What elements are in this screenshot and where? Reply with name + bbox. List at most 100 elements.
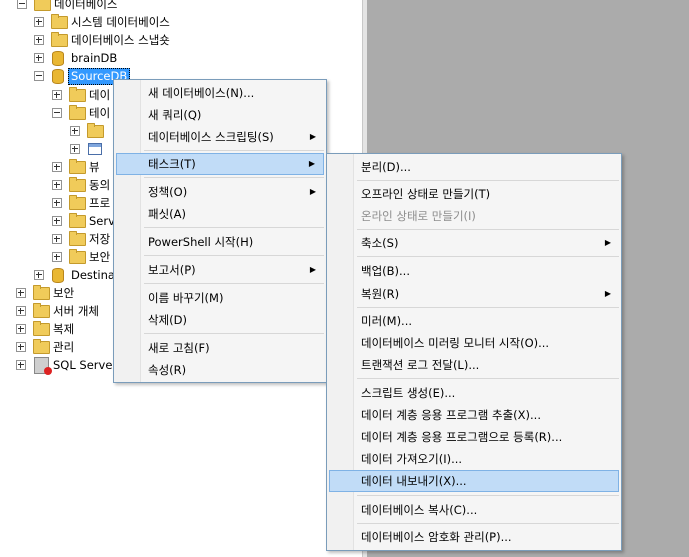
menu-separator	[144, 150, 324, 151]
tree-node-label: 프로	[89, 196, 111, 210]
tree-node-databases[interactable]: 데이터베이스	[16, 0, 216, 13]
menu-item-script-database[interactable]: 데이터베이스 스크립팅(S) ▶	[116, 126, 324, 148]
collapse-icon[interactable]	[34, 71, 44, 81]
tree-node-label: 서버 개체	[53, 304, 99, 318]
menu-separator	[357, 495, 619, 496]
menu-item-mirror[interactable]: 미러(M)...	[329, 310, 619, 332]
menu-item-start-powershell[interactable]: PowerShell 시작(H)	[116, 231, 324, 253]
menu-item-facets[interactable]: 패싯(A)	[116, 203, 324, 225]
menu-item-tasks[interactable]: 태스크(T) ▶	[116, 153, 324, 175]
menu-item-detach[interactable]: 분리(D)...	[329, 156, 619, 178]
database-icon	[52, 69, 64, 84]
menu-item-label: 이름 바꾸기(M)	[148, 291, 224, 305]
expand-icon[interactable]	[52, 234, 62, 244]
menu-item-export-data[interactable]: 데이터 내보내기(X)...	[329, 470, 619, 492]
tree-node-sql-server-agent[interactable]: SQL Server	[16, 356, 117, 375]
collapse-icon[interactable]	[52, 108, 62, 118]
menu-item-rename[interactable]: 이름 바꾸기(M)	[116, 287, 324, 309]
expand-icon[interactable]	[52, 162, 62, 172]
menu-item-new-database[interactable]: 새 데이터베이스(N)...	[116, 82, 324, 104]
tree-node-system-databases[interactable]: 시스템 데이터베이스	[34, 13, 234, 31]
expand-icon[interactable]	[34, 270, 44, 280]
expand-icon[interactable]	[70, 126, 80, 136]
expand-icon[interactable]	[34, 35, 44, 45]
folder-icon	[69, 213, 86, 228]
tree-node-label: 데이터베이스 스냅숏	[71, 33, 170, 47]
submenu-arrow-icon: ▶	[309, 187, 316, 196]
tree-node-label: 시스템 데이터베이스	[71, 15, 170, 29]
menu-item-extract-data-tier-app[interactable]: 데이터 계층 응용 프로그램 추출(X)...	[329, 404, 619, 426]
menu-item-reports[interactable]: 보고서(P) ▶	[116, 259, 324, 281]
folder-icon	[33, 303, 50, 318]
folder-icon	[51, 14, 68, 29]
menu-item-policies[interactable]: 정책(O) ▶	[116, 181, 324, 203]
menu-separator	[144, 227, 324, 228]
folder-icon	[87, 123, 104, 138]
tree-node-label: 동의	[89, 178, 111, 192]
tree-node-label: 뷰	[89, 160, 100, 174]
tree-node-management[interactable]: 관리	[16, 338, 116, 356]
folder-icon	[33, 285, 50, 300]
menu-item-import-data[interactable]: 데이터 가져오기(I)...	[329, 448, 619, 470]
expand-icon[interactable]	[52, 180, 62, 190]
expand-icon[interactable]	[52, 216, 62, 226]
expand-icon[interactable]	[34, 17, 44, 27]
menu-item-copy-database[interactable]: 데이터베이스 복사(C)...	[329, 499, 619, 521]
menu-item-label: 데이터 계층 응용 프로그램으로 등록(R)...	[361, 430, 563, 444]
menu-separator	[144, 255, 324, 256]
folder-icon	[69, 231, 86, 246]
menu-item-register-data-tier-app[interactable]: 데이터 계층 응용 프로그램으로 등록(R)...	[329, 426, 619, 448]
menu-item-delete[interactable]: 삭제(D)	[116, 309, 324, 331]
menu-item-manage-database-encryption[interactable]: 데이터베이스 암호화 관리(P)...	[329, 526, 619, 548]
menu-item-label: 새 쿼리(Q)	[148, 108, 202, 122]
expand-icon[interactable]	[16, 288, 26, 298]
menu-item-label: 백업(B)...	[361, 264, 410, 278]
folder-icon	[69, 177, 86, 192]
menu-item-shrink[interactable]: 축소(S) ▶	[329, 232, 619, 254]
folder-icon	[69, 87, 86, 102]
context-menu: 새 데이터베이스(N)... 새 쿼리(Q) 데이터베이스 스크립팅(S) ▶ 태…	[113, 79, 327, 383]
tree-node-server-objects[interactable]: 서버 개체	[16, 302, 116, 320]
folder-icon	[69, 159, 86, 174]
tree-node-destination[interactable]: Destinat	[34, 266, 124, 284]
tree-node-replication[interactable]: 복제	[16, 320, 116, 338]
expand-icon[interactable]	[52, 252, 62, 262]
tree-node-database-snapshots[interactable]: 데이터베이스 스냅숏	[34, 31, 234, 49]
menu-item-label: 정책(O)	[148, 185, 188, 199]
menu-separator	[144, 283, 324, 284]
tree-node-label: brainDB	[71, 51, 118, 65]
expand-icon[interactable]	[34, 53, 44, 63]
expand-icon[interactable]	[16, 306, 26, 316]
expand-icon[interactable]	[16, 360, 26, 370]
menu-separator	[357, 307, 619, 308]
tree-node-label: 테이	[89, 106, 111, 120]
menu-item-label: 스크립트 생성(E)...	[361, 386, 456, 400]
menu-item-properties[interactable]: 속성(R)	[116, 359, 324, 381]
sql-agent-icon	[34, 357, 52, 375]
menu-separator	[357, 256, 619, 257]
expand-icon[interactable]	[16, 324, 26, 334]
tree-node-braindb[interactable]: brainDB	[34, 49, 234, 67]
menu-item-label: 복원(R)	[361, 287, 400, 301]
collapse-icon[interactable]	[17, 0, 27, 9]
menu-item-refresh[interactable]: 새로 고침(F)	[116, 337, 324, 359]
tree-node-label: 보안	[53, 286, 75, 300]
expand-icon[interactable]	[52, 90, 62, 100]
menu-item-launch-mirroring-monitor[interactable]: 데이터베이스 미러링 모니터 시작(O)...	[329, 332, 619, 354]
menu-item-restore[interactable]: 복원(R) ▶	[329, 283, 619, 305]
menu-item-label: 데이터베이스 암호화 관리(P)...	[361, 530, 512, 544]
menu-item-take-offline[interactable]: 오프라인 상태로 만들기(T)	[329, 183, 619, 205]
menu-item-backup[interactable]: 백업(B)...	[329, 260, 619, 282]
expand-icon[interactable]	[70, 144, 80, 154]
expand-icon[interactable]	[52, 198, 62, 208]
tree-node-label: 데이터베이스	[54, 0, 118, 11]
menu-item-bring-online: 온라인 상태로 만들기(I)	[329, 205, 619, 227]
menu-item-label: 데이터베이스 미러링 모니터 시작(O)...	[361, 336, 550, 350]
expand-icon[interactable]	[16, 342, 26, 352]
tasks-submenu: 분리(D)... 오프라인 상태로 만들기(T) 온라인 상태로 만들기(I) …	[326, 153, 622, 551]
menu-item-ship-transaction-logs[interactable]: 트랜잭션 로그 전달(L)...	[329, 354, 619, 376]
menu-item-new-query[interactable]: 새 쿼리(Q)	[116, 104, 324, 126]
menu-item-generate-scripts[interactable]: 스크립트 생성(E)...	[329, 382, 619, 404]
menu-separator	[357, 523, 619, 524]
tree-node-security[interactable]: 보안	[16, 284, 116, 302]
